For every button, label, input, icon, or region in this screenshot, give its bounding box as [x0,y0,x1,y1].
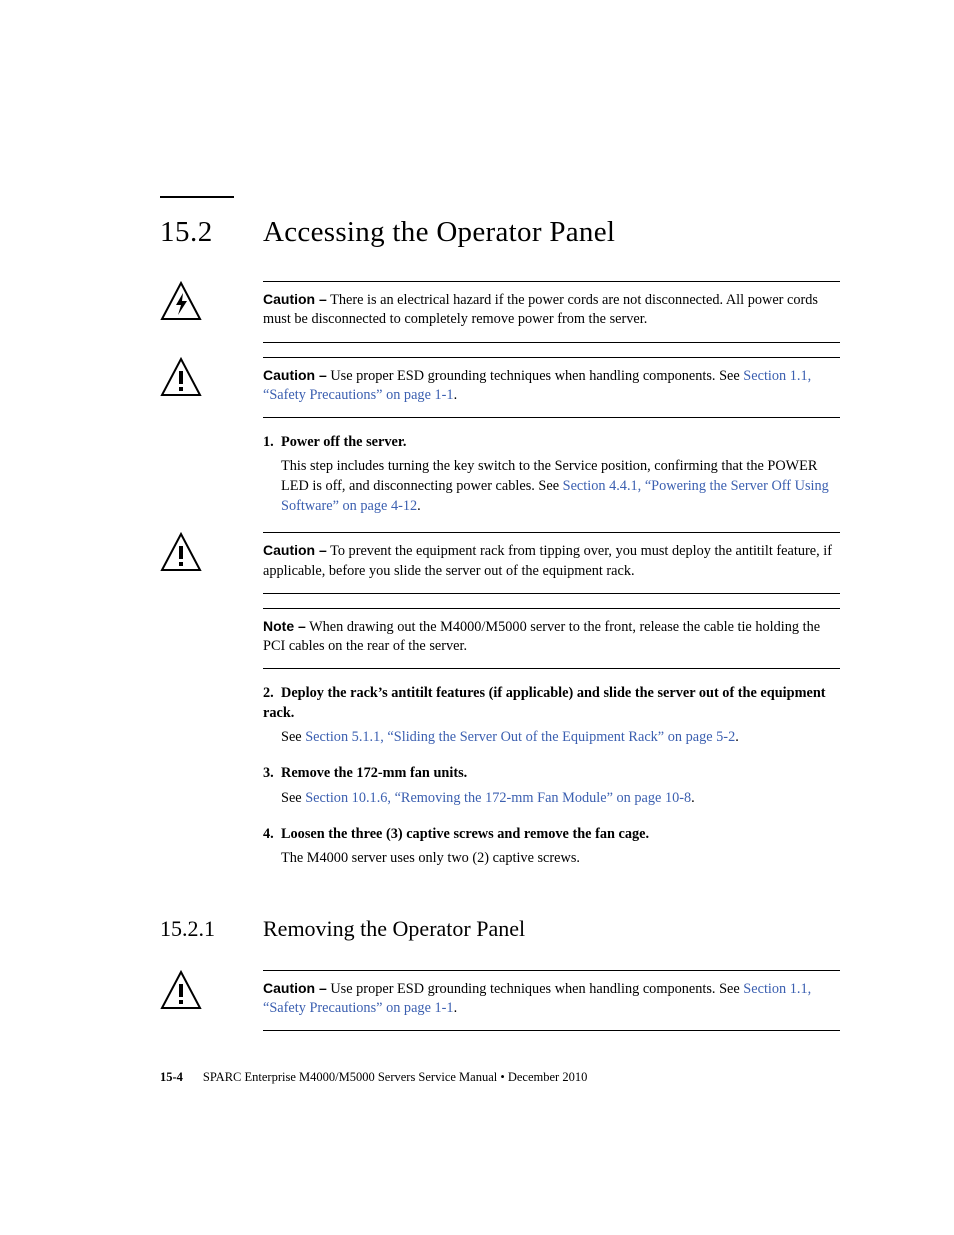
caution-body: Use proper ESD grounding techniques when… [327,981,744,997]
step-text: See [281,729,305,745]
section-number: 15.2 [160,216,263,249]
subsection-heading: 15.2.1 Removing the Operator Panel [160,916,840,942]
cross-reference-link[interactable]: Section 5.1.1, “Sliding the Server Out o… [305,729,735,745]
caution-block: Caution – Use proper ESD grounding techn… [160,970,840,1032]
step-number: 1. [263,432,281,452]
caution-after: . [454,387,458,403]
step-title: Power off the server. [281,434,406,450]
step-text: . [735,729,739,745]
caution-text: Caution – Use proper ESD grounding techn… [263,357,840,419]
step-body: This step includes turning the key switc… [281,456,840,516]
caution-label: Caution – [263,367,327,383]
step-list: 2.Deploy the rack’s antitilt features (i… [263,683,840,867]
subsection-number: 15.2.1 [160,916,263,942]
step-number: 2. [263,683,281,703]
caution-body: To prevent the equipment rack from tippi… [263,543,832,578]
caution-body: Use proper ESD grounding techniques when… [327,368,744,384]
warning-icon [160,970,263,1010]
section-title: Accessing the Operator Panel [263,216,615,249]
note-label: Note – [263,618,306,634]
content-area: 15.2 Accessing the Operator Panel Cautio… [160,196,840,1045]
caution-block: Caution – To prevent the equipment rack … [160,532,840,594]
step-item: 3.Remove the 172-mm fan units. See Secti… [263,763,840,807]
note-body: When drawing out the M4000/M5000 server … [263,619,820,654]
caution-label: Caution – [263,291,327,307]
caution-after: . [454,1000,458,1016]
step-list: 1.Power off the server. This step includ… [263,432,840,516]
step-body: See Section 5.1.1, “Sliding the Server O… [281,727,840,747]
step-number: 4. [263,824,281,844]
caution-label: Caution – [263,980,327,996]
caution-label: Caution – [263,542,327,558]
step-heading: 4.Loosen the three (3) captive screws an… [263,824,840,844]
step-heading: 3.Remove the 172-mm fan units. [263,763,840,783]
step-item: 4.Loosen the three (3) captive screws an… [263,824,840,868]
footer-text: SPARC Enterprise M4000/M5000 Servers Ser… [203,1070,587,1084]
step-title: Deploy the rack’s antitilt features (if … [263,685,826,721]
note-text: Note – When drawing out the M4000/M5000 … [263,608,840,670]
step-body: The M4000 server uses only two (2) capti… [281,848,840,868]
step-text: . [417,498,421,514]
step-heading: 1.Power off the server. [263,432,840,452]
warning-icon [160,357,263,397]
step-title: Remove the 172-mm fan units. [281,765,467,781]
page-footer: 15-4 SPARC Enterprise M4000/M5000 Servers… [160,1070,587,1085]
step-body: See Section 10.1.6, “Removing the 172-mm… [281,788,840,808]
warning-icon [160,532,263,572]
electrical-hazard-icon [160,281,263,321]
step-title: Loosen the three (3) captive screws and … [281,826,649,842]
caution-text: Caution – There is an electrical hazard … [263,281,840,343]
page-number: 15-4 [160,1070,183,1084]
step-item: 1.Power off the server. This step includ… [263,432,840,516]
caution-block: Caution – There is an electrical hazard … [160,281,840,343]
step-heading: 2.Deploy the rack’s antitilt features (i… [263,683,840,723]
step-number: 3. [263,763,281,783]
step-text: See [281,790,305,806]
caution-text: Caution – To prevent the equipment rack … [263,532,840,594]
cross-reference-link[interactable]: Section 10.1.6, “Removing the 172-mm Fan… [305,790,691,806]
step-text: . [691,790,695,806]
caution-body: There is an electrical hazard if the pow… [263,292,818,327]
document-page: 15.2 Accessing the Operator Panel Cautio… [0,0,954,1235]
caution-block: Caution – Use proper ESD grounding techn… [160,357,840,419]
note-block: Note – When drawing out the M4000/M5000 … [160,608,840,670]
section-heading: 15.2 Accessing the Operator Panel [160,216,840,249]
caution-text: Caution – Use proper ESD grounding techn… [263,970,840,1032]
subsection-title: Removing the Operator Panel [263,916,525,942]
section-rule [160,196,234,198]
step-item: 2.Deploy the rack’s antitilt features (i… [263,683,840,747]
